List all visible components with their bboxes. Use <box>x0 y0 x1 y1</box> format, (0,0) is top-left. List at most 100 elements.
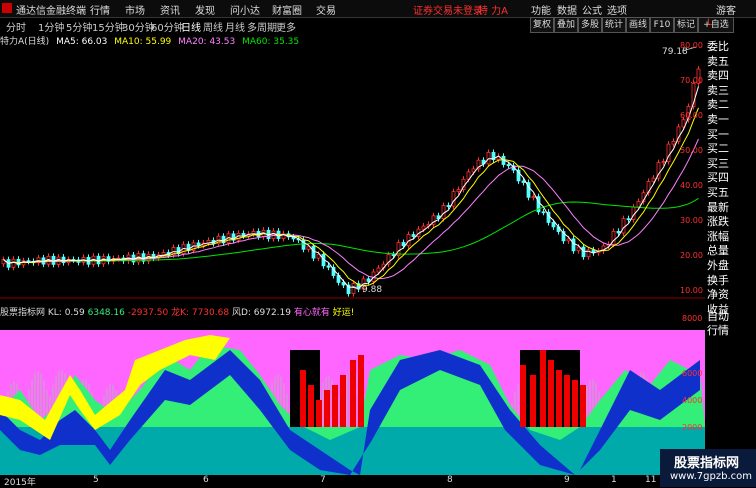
candle <box>621 218 626 234</box>
user-label[interactable]: 游客 <box>716 2 736 17</box>
indicator-bar <box>346 374 348 427</box>
period-more[interactable]: 更多 <box>276 19 296 34</box>
candle <box>541 211 546 214</box>
watermark: 股票指标网 www.7gpzb.com <box>660 449 756 487</box>
price-tick: 50.00 <box>680 146 703 155</box>
candle <box>531 196 536 199</box>
quote-label: 涨跌 <box>707 215 729 229</box>
menu-caifuquan[interactable]: 财富圈 <box>272 2 302 17</box>
ind-value-3: 龙K: 7730.68 <box>171 308 230 318</box>
menu-faxian[interactable]: 发现 <box>195 2 215 17</box>
duogu-button[interactable]: 多股 <box>578 17 602 33</box>
red-bar <box>316 400 322 427</box>
login-alert[interactable]: 证券交易未登录 <box>413 2 483 17</box>
candle <box>366 278 371 282</box>
ind-value-6: 好运! <box>332 308 355 318</box>
candle <box>506 164 511 167</box>
candle <box>421 225 426 230</box>
low-annotation: 9.88 <box>362 285 382 295</box>
title-bar: 通达信金融终端 行情 市场 资讯 发现 问小达 财富圈 交易 证券交易未登录 特… <box>0 0 756 18</box>
indicator-legend: 股票指标网 KL: 0.59 6348.16 -2937.50 龙K: 7730… <box>0 305 600 318</box>
ind-value-1: 6348.16 <box>87 308 125 318</box>
period-daily[interactable]: 日线 <box>181 19 201 34</box>
price-axis: 80.00 70.00 60.00 50.00 40.00 30.00 20.0… <box>676 34 706 304</box>
period-15min[interactable]: 15分钟 <box>92 19 125 34</box>
candle <box>326 265 331 268</box>
date-label: 8 <box>447 475 453 485</box>
hangqing-button[interactable]: 行情 <box>707 322 729 338</box>
red-bar <box>580 385 586 427</box>
menu-jiaoyi[interactable]: 交易 <box>316 2 336 17</box>
red-bar <box>358 355 364 427</box>
candle <box>456 189 461 193</box>
period-1min[interactable]: 1分钟 <box>38 19 64 34</box>
menu-wenxiaoda[interactable]: 问小达 <box>230 2 260 17</box>
fuquan-button[interactable]: 复权 <box>530 17 554 33</box>
zixuan-button[interactable]: +自选 <box>698 17 734 33</box>
biaoji-button[interactable]: 标记 <box>674 17 698 33</box>
diejia-button[interactable]: 叠加 <box>554 17 578 33</box>
menu-gongshi[interactable]: 公式 <box>582 2 602 17</box>
candle <box>271 230 276 240</box>
red-bar <box>308 385 314 427</box>
price-tick: 10.00 <box>680 286 703 295</box>
kline-chart[interactable]: 79.18 9.88 <box>0 46 705 304</box>
price-tick: 60.00 <box>680 111 703 120</box>
period-30min[interactable]: 30分钟 <box>122 19 155 34</box>
app-logo-icon <box>2 3 12 13</box>
quote-label: 买一 <box>707 127 729 141</box>
menu-shichang[interactable]: 市场 <box>125 2 145 17</box>
period-multi[interactable]: 多周期 <box>247 19 277 34</box>
quote-label: 买五 <box>707 186 729 199</box>
date-axis: 2015年 5 6 7 8 9 1 11 <box>0 475 660 488</box>
period-fenshi[interactable]: 分时 <box>6 19 26 34</box>
red-bar <box>332 385 338 427</box>
period-5min[interactable]: 5分钟 <box>66 19 92 34</box>
candle <box>351 283 356 294</box>
tongji-button[interactable]: 统计 <box>602 17 626 33</box>
red-bar <box>572 380 578 427</box>
indicator-chart[interactable] <box>0 330 705 475</box>
quote-label: 卖一 <box>707 113 729 126</box>
date-label: 2015年 <box>4 478 36 488</box>
quote-label: 买二 <box>707 142 729 156</box>
menu-hangqing[interactable]: 行情 <box>90 2 110 17</box>
quote-label: 卖五 <box>707 54 729 68</box>
quote-label: 委比 <box>707 40 729 53</box>
quote-panel: L 委比 卖五 卖四 卖三 卖二 卖一 买一 买二 买三 买四 买五 最新 涨跌 涨幅 总量 外盘 换手 净资 收益 <box>705 18 756 334</box>
candle <box>26 260 31 263</box>
red-bar <box>564 375 570 427</box>
red-bar <box>324 390 330 427</box>
quote-label: 最新 <box>707 200 729 214</box>
f10-button[interactable]: F10 <box>650 17 674 33</box>
candle <box>626 218 631 221</box>
menu-xuanxiang[interactable]: 选项 <box>607 2 627 17</box>
period-monthly[interactable]: 月线 <box>225 19 245 34</box>
stock-tab[interactable]: 特 力A <box>478 2 508 17</box>
price-tick: 20.00 <box>680 251 703 260</box>
indicator-name[interactable]: 股票指标网 <box>0 308 45 318</box>
period-weekly[interactable]: 周线 <box>203 19 223 34</box>
candle <box>661 161 666 164</box>
period-60min[interactable]: 60分钟 <box>151 19 184 34</box>
red-bar <box>556 370 562 427</box>
menu-shuju[interactable]: 数据 <box>557 2 577 17</box>
red-bar <box>520 365 526 427</box>
candle <box>486 152 491 165</box>
menu-zixun[interactable]: 资讯 <box>160 2 180 17</box>
candle <box>616 231 621 234</box>
date-label: 5 <box>93 475 99 485</box>
ind-tick: 6000 <box>682 369 703 378</box>
indicator-axis: 8000 6000 4000 2000 <box>680 308 706 468</box>
candle <box>671 141 676 145</box>
candle <box>391 254 396 256</box>
menu-gongneng[interactable]: 功能 <box>531 2 551 17</box>
ind-value-4: 风D: 6972.19 <box>231 308 291 318</box>
kline-chart-bg <box>0 46 705 304</box>
candle <box>571 238 576 252</box>
candle <box>446 205 451 207</box>
huaxian-button[interactable]: 画线 <box>626 17 650 33</box>
quote-label: 换手 <box>707 273 729 287</box>
watermark-title: 股票指标网 <box>674 456 740 471</box>
candle <box>551 222 556 228</box>
